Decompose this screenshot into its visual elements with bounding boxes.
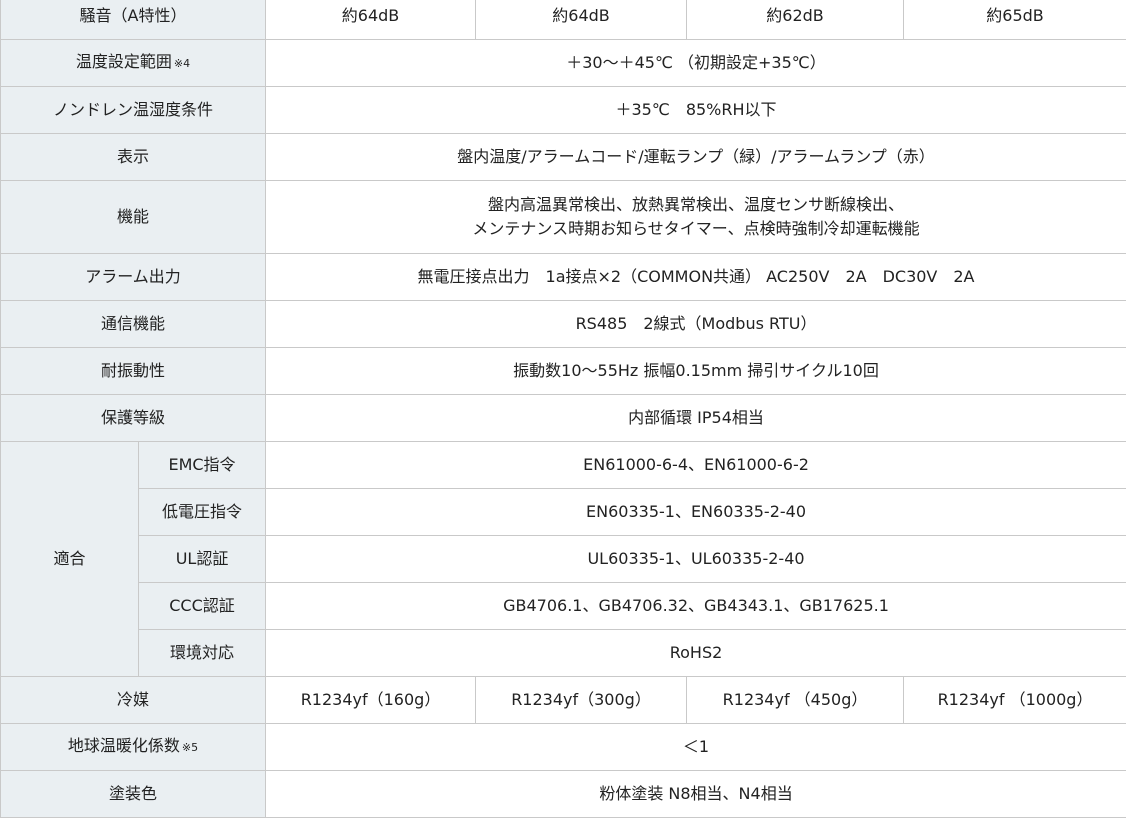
table-row-alarm-output: アラーム出力 無電圧接点出力 1a接点×2（COMMON共通） AC250V 2… [0,253,1126,301]
table-row-temp-range: 温度設定範囲 ※4 ＋30～＋45℃ （初期設定+35℃） [0,39,1126,87]
temp-range-footnote: ※4 [173,57,191,70]
row-label-display: 表示 [0,133,267,181]
row-label-refrigerant: 冷媒 [0,676,267,724]
compliance-label-environment: 環境対応 [137,629,267,677]
row-label-non-drain: ノンドレン温湿度条件 [0,86,267,134]
table-row-function: 機能 盤内高温異常検出、放熱異常検出、温度センサ断線検出、 メンテナンス時期お知ら… [0,180,1126,254]
noise-value-3: 約62dB [686,0,905,40]
temp-range-value: ＋30～＋45℃ （初期設定+35℃） [265,39,1126,87]
table-row-compliance-emc: 適合 EMC指令 EN61000-6-4、EN61000-6-2 [0,441,1126,677]
row-label-compliance: 適合 [0,441,139,677]
function-value-line-1: 盤内高温異常検出、放熱異常検出、温度センサ断線検出、 [488,195,905,214]
table-row-compliance-environment: 環境対応 RoHS2 [1,629,1126,677]
table-row-compliance-ul: UL認証 UL60335-1、UL60335-2-40 [1,535,1126,583]
row-label-alarm-output: アラーム出力 [0,253,267,301]
noise-value-1: 約64dB [265,0,477,40]
spec-table-wrapper: 騒音（A特性） 約64dB 約64dB 約62dB 約65dB 温度設定範囲 ※4… [0,0,1126,818]
compliance-value-environment: RoHS2 [265,629,1126,677]
spec-table: 騒音（A特性） 約64dB 約64dB 約62dB 約65dB 温度設定範囲 ※4… [0,0,1126,818]
compliance-label-ccc: CCC認証 [137,582,267,630]
row-label-paint: 塗装色 [0,770,267,818]
compliance-value-low-voltage: EN60335-1、EN60335-2-40 [265,488,1126,536]
row-label-protection: 保護等級 [0,394,267,442]
gwp-label-text: 地球温暖化係数 [67,736,180,755]
table-row-paint: 塗装色 粉体塗装 N8相当、N4相当 [0,770,1126,818]
table-row-gwp: 地球温暖化係数 ※5 ＜1 [0,723,1126,771]
compliance-label-low-voltage: 低電圧指令 [137,488,267,536]
table-row-vibration: 耐振動性 振動数10～55Hz 振幅0.15mm 掃引サイクル10回 [0,347,1126,395]
paint-value: 粉体塗装 N8相当、N4相当 [265,770,1126,818]
table-row-display: 表示 盤内温度/アラームコード/運転ランプ（緑）/アラームランプ（赤） [0,133,1126,181]
compliance-value-ul: UL60335-1、UL60335-2-40 [265,535,1126,583]
table-row-refrigerant: 冷媒 R1234yf（160g） R1234yf（300g） R1234yf （… [0,676,1126,724]
vibration-value: 振動数10～55Hz 振幅0.15mm 掃引サイクル10回 [265,347,1126,395]
row-label-function: 機能 [0,180,267,254]
function-value-line-2: メンテナンス時期お知らせタイマー、点検時強制冷却運転機能 [472,219,920,238]
table-row-compliance-low-voltage: 低電圧指令 EN60335-1、EN60335-2-40 [1,488,1126,536]
display-value: 盤内温度/アラームコード/運転ランプ（緑）/アラームランプ（赤） [265,133,1126,181]
refrigerant-value-3: R1234yf （450g） [686,676,905,724]
refrigerant-value-4: R1234yf （1000g） [903,676,1126,724]
temp-range-label-text: 温度設定範囲 [75,52,172,71]
compliance-value-ccc: GB4706.1、GB4706.32、GB4343.1、GB17625.1 [265,582,1126,630]
row-label-communication: 通信機能 [0,300,267,348]
table-row-noise: 騒音（A特性） 約64dB 約64dB 約62dB 約65dB [0,0,1126,40]
non-drain-value: ＋35℃ 85%RH以下 [265,86,1126,134]
row-label-vibration: 耐振動性 [0,347,267,395]
row-label-gwp: 地球温暖化係数 ※5 [0,723,267,771]
function-value: 盤内高温異常検出、放熱異常検出、温度センサ断線検出、 メンテナンス時期お知らせタイ… [265,180,1126,254]
gwp-footnote: ※5 [181,741,199,754]
table-row-communication: 通信機能 RS485 2線式（Modbus RTU） [0,300,1126,348]
gwp-value: ＜1 [265,723,1126,771]
table-row-protection: 保護等級 内部循環 IP54相当 [0,394,1126,442]
compliance-value-emc: EN61000-6-4、EN61000-6-2 [265,441,1126,489]
alarm-output-value: 無電圧接点出力 1a接点×2（COMMON共通） AC250V 2A DC30V… [265,253,1126,301]
row-label-noise: 騒音（A特性） [0,0,267,40]
noise-value-2: 約64dB [475,0,688,40]
compliance-label-emc: EMC指令 [137,441,267,489]
row-label-temp-range: 温度設定範囲 ※4 [0,39,267,87]
noise-value-4: 約65dB [903,0,1126,40]
compliance-label-ul: UL認証 [137,535,267,583]
table-row-compliance-ccc: CCC認証 GB4706.1、GB4706.32、GB4343.1、GB1762… [1,582,1126,630]
table-row-non-drain: ノンドレン温湿度条件 ＋35℃ 85%RH以下 [0,86,1126,134]
protection-value: 内部循環 IP54相当 [265,394,1126,442]
communication-value: RS485 2線式（Modbus RTU） [265,300,1126,348]
refrigerant-value-2: R1234yf（300g） [475,676,688,724]
refrigerant-value-1: R1234yf（160g） [265,676,477,724]
